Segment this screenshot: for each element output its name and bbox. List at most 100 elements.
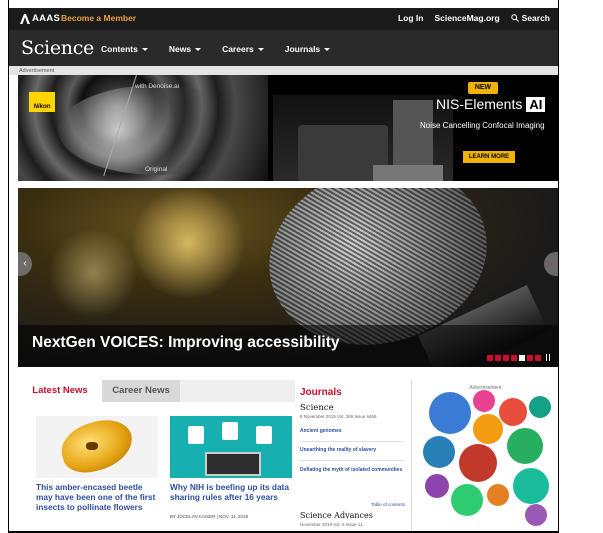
nav-careers[interactable]: Careers [222,44,264,54]
news-panel: Latest News Career News This amber-encas… [18,380,295,531]
hero-bokeh-light [128,188,248,298]
journals-panel: Journals Science 8 November 2019 Vol. 36… [300,380,412,531]
ad-bubble [513,468,549,504]
nav-journals[interactable]: Journals [284,44,331,54]
pause-icon[interactable] [546,354,550,361]
ad-product-ai: AI [526,97,546,112]
nav-careers-label: Careers [222,44,254,54]
journal-link[interactable]: Deflating the myth of isolated communiti… [300,467,405,473]
table-of-contents-link[interactable]: Table of contents [371,502,405,507]
journal-link[interactable]: Unearthing the reality of slavery [300,447,405,453]
page-frame-right [558,0,559,533]
journal-divider [300,441,405,442]
journal-link[interactable]: Ancient genomes [300,428,405,434]
ad-product-label: NIS-Elements [436,96,523,112]
nikon-logo: Nikon [29,92,55,112]
ad-bubble [499,398,527,426]
aaas-logo[interactable]: AAAS [20,13,60,24]
nav-contents[interactable]: Contents [101,44,148,54]
page: AAAS Become a Member Log In ScienceMag.o… [9,0,558,531]
document-icon [222,422,238,440]
nav-news-label: News [168,44,192,54]
tab-career-news[interactable]: Career News [102,380,180,402]
chevron-down-icon [195,48,202,52]
nav-news[interactable]: News [168,44,202,54]
learn-more-button[interactable]: LEARN MORE [463,151,515,163]
ad-bubble [507,428,543,464]
news-tabs: Latest News Career News [18,380,295,402]
carousel-dot[interactable] [519,354,525,361]
ad-bubble [451,484,483,516]
ad-bubble [459,444,497,482]
aaas-mark-icon [20,13,30,24]
microscope-stand [373,165,443,181]
sciencemag-link[interactable]: ScienceMag.org [434,13,499,23]
amber-beetle-image[interactable] [36,413,158,479]
ad-label: Advertisement [19,68,55,74]
journals-divider [411,380,412,531]
journal-science-issue: 8 November 2019 Vol. 366 Issue 6466 [300,414,377,419]
nikon-ad-banner[interactable]: Nikon with Denoise.ai Original NEW NIS-E… [18,75,558,181]
journal-science-advances-issue: November 2019 Vol. 5 Issue 11 [300,522,363,527]
carousel-indicators [487,354,550,361]
ad-cell-highlight [58,85,258,175]
search-button[interactable]: Search [510,13,550,23]
ad-original-label: Original [145,166,168,173]
microscope-image [273,95,453,181]
search-icon [510,14,519,22]
carousel-dot[interactable] [495,354,501,361]
new-badge: NEW [468,82,498,94]
journals-heading[interactable]: Journals [300,387,342,398]
ad-strip [9,66,558,75]
hero-bokeh-light [48,228,138,318]
search-label: Search [521,13,550,23]
nav-journals-label: Journals [284,44,321,54]
carousel-dot[interactable] [503,354,509,361]
ad-bubble [423,436,455,468]
carousel-dot[interactable] [527,354,533,361]
chevron-down-icon [324,48,331,52]
news-tab-content: This amber-encased beetle may have been … [18,402,295,531]
nav-contents-label: Contents [101,44,138,54]
top-bar-actions: Log In ScienceMag.org Search [398,13,550,23]
ad-with-denoise-label: with Denoise.ai [135,83,180,90]
chevron-down-icon [141,48,148,52]
ad-bubble [525,504,547,526]
carousel-dot[interactable] [535,354,541,361]
journal-science-advances-title[interactable]: Science Advances [300,511,373,520]
ad-bubble [487,484,509,506]
ad-bubble [429,392,471,434]
science-logo[interactable]: Science [21,37,94,59]
journal-science-title[interactable]: Science [300,403,334,413]
hero-carousel[interactable]: NextGen VOICES: Improving accessibility … [18,188,558,367]
aaas-label: AAAS [32,13,61,24]
news-story-title[interactable]: This amber-encased beetle may have been … [36,482,158,512]
news-story-title[interactable]: Why NIH is beefing up its data sharing r… [170,482,292,502]
carousel-dot[interactable] [487,354,493,361]
tab-latest-news[interactable]: Latest News [18,380,102,402]
chevron-right-icon: › [549,258,553,269]
document-icon [188,426,204,444]
carousel-dot[interactable] [511,354,517,361]
login-link[interactable]: Log In [398,13,424,23]
main-nav: Contents News Careers Journals [101,44,331,54]
become-member-link[interactable]: Become a Member [61,13,136,23]
right-ad[interactable]: Advertisement [413,380,558,531]
document-icon [256,426,272,444]
ad-bubble [473,390,495,412]
chevron-down-icon [257,48,264,52]
chevron-left-icon: ‹ [23,258,27,269]
main-nav-bar: Science Contents News Careers Journals [9,30,558,66]
ad-tagline: Noise Cancelling Confocal Imaging [420,121,545,130]
news-story-byline: BY JOCELYN KAISER | NOV. 11, 2019 [170,514,249,519]
laptop-icon [205,452,261,476]
top-bar: AAAS Become a Member Log In ScienceMag.o… [9,8,558,30]
ad-bubble [473,414,503,444]
ad-bubble [425,474,449,498]
journal-divider [300,460,405,461]
data-sharing-illustration[interactable] [170,416,292,478]
ad-bubble [529,396,551,418]
beetle-shape [86,442,98,450]
ad-product-name: NIS-Elements AI [436,96,546,112]
hero-title[interactable]: NextGen VOICES: Improving accessibility [32,334,340,352]
